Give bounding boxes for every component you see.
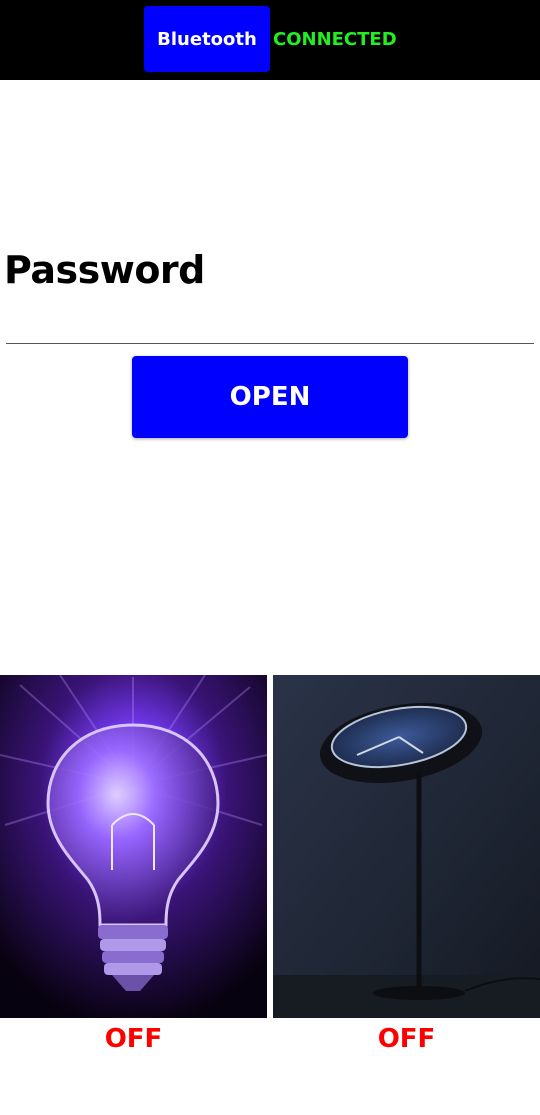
bulb-state-label: OFF bbox=[104, 1024, 163, 1054]
light-bulb-image bbox=[0, 675, 267, 1018]
lamp-device-tile[interactable] bbox=[273, 675, 540, 1018]
password-label: Password bbox=[4, 248, 205, 292]
open-button[interactable]: OPEN bbox=[132, 356, 408, 438]
bluetooth-button[interactable]: Bluetooth bbox=[144, 6, 270, 72]
password-input[interactable] bbox=[6, 300, 534, 344]
lamp-state-label: OFF bbox=[377, 1024, 436, 1054]
floor-lamp-image bbox=[273, 675, 540, 1018]
top-bar: Bluetooth CONNECTED bbox=[0, 0, 540, 80]
connection-status: CONNECTED bbox=[273, 29, 397, 50]
bulb-device-tile[interactable] bbox=[0, 675, 267, 1018]
